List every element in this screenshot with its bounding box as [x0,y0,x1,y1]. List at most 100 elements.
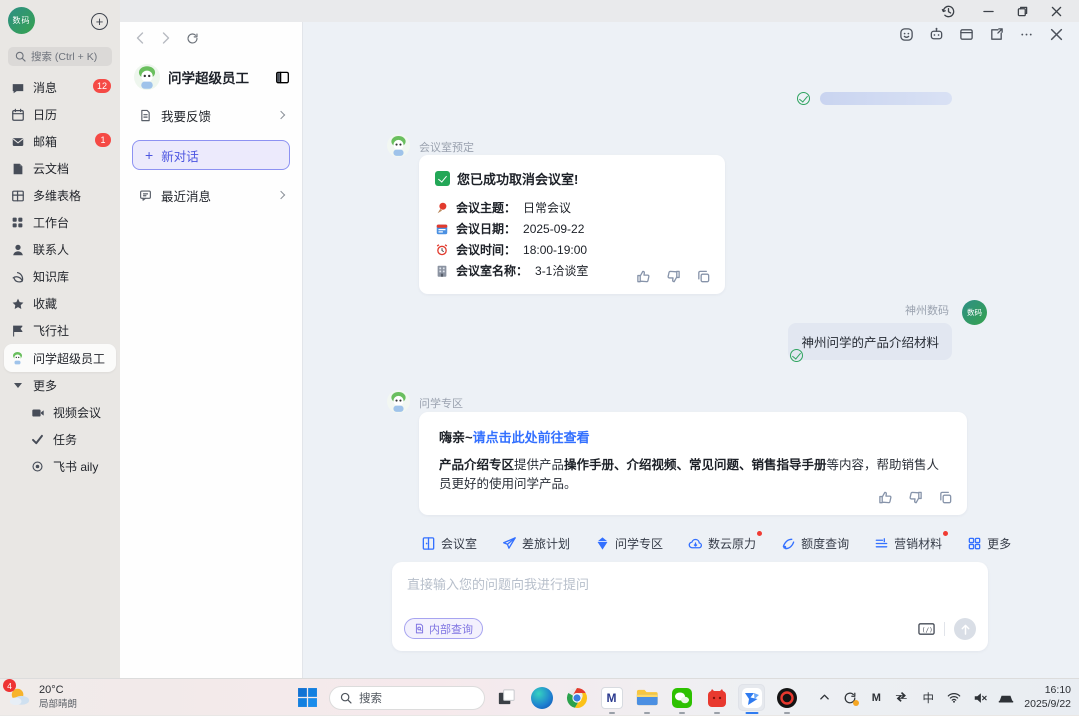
red-cat-app-icon[interactable] [703,684,730,711]
message-sender: 问学专区 [419,395,463,411]
search-input[interactable]: 搜索 (Ctrl + K) [8,47,112,66]
forward-icon[interactable] [158,30,174,46]
sidebar-item-workplace[interactable]: 工作台 [0,209,120,236]
taskbar-search[interactable]: 搜索 [329,686,485,710]
card-title: 您已成功取消会议室! [457,169,578,188]
banner-window-icon[interactable] [957,25,975,43]
tray-m-icon[interactable]: M [868,690,884,706]
feishu-app-icon[interactable] [738,684,765,711]
sidebar-item-calendar[interactable]: 日历 [0,101,120,128]
search-icon [15,51,26,62]
copy-icon[interactable] [938,490,953,505]
edge-app-icon[interactable] [528,684,555,711]
thumbs-up-icon[interactable] [636,269,651,284]
taskbar-weather-widget[interactable]: 4 20°C 局部晴朗 [6,683,77,710]
check-icon [30,433,45,446]
panel-title: 问学超级员工 [168,67,267,87]
feedback-item[interactable]: 我要反馈 [130,98,292,132]
weather-temp: 20°C [39,684,77,696]
recent-messages-item[interactable]: 最近消息 [130,178,292,212]
close-window-button[interactable] [1039,0,1073,22]
tray-sync-icon[interactable] [842,690,858,706]
tray-wifi-icon[interactable] [946,690,962,706]
m-app-icon[interactable]: M [598,684,625,711]
caret-down-icon [10,383,25,388]
quick-shuyun-force[interactable]: 数云原力 [688,535,756,552]
sidebar-item-messages[interactable]: 消息 12 [0,74,120,101]
quick-more[interactable]: 更多 [967,535,1011,552]
window-titlebar [120,0,1079,22]
alarm-clock-icon [435,243,449,257]
quick-wenxue-zone[interactable]: 问学专区 [595,535,663,552]
sent-message-skeleton [797,92,952,105]
new-badge-dot [757,531,762,536]
sidebar-item-feishu-aily[interactable]: 飞书 aily [0,453,120,480]
star-icon [10,297,25,311]
chrome-app-icon[interactable] [563,684,590,711]
wechat-app-icon[interactable] [668,684,695,711]
tray-battery-icon[interactable] [998,690,1014,706]
add-icon[interactable]: + [91,13,108,30]
tray-date: 2025/9/22 [1024,698,1071,712]
sidebar-item-community[interactable]: 飞行社 [0,317,120,344]
copy-icon[interactable] [696,269,711,284]
weather-icon: 4 [6,683,33,710]
book-icon [10,270,25,284]
refresh-icon[interactable] [184,30,200,46]
grid-icon [10,216,25,229]
sidebar-item-contacts[interactable]: 联系人 [0,236,120,263]
sidebar-item-tasks[interactable]: 任务 [0,426,120,453]
popout-window-icon[interactable] [987,25,1005,43]
sidebar-item-video-meeting[interactable]: 视频会议 [0,399,120,426]
field-row: 会议时间： 18:00-19:00 [435,239,709,260]
quick-quota-query[interactable]: 额度查询 [781,535,849,552]
sidebar-item-more[interactable]: 更多 [0,372,120,399]
close-chat-icon[interactable] [1047,25,1065,43]
thumbs-up-icon[interactable] [878,490,893,505]
user-avatar[interactable]: 数码 [962,300,987,325]
tray-network-activity-icon[interactable] [894,690,910,706]
bot-avatar [387,134,410,157]
apps-grid-icon [967,536,982,551]
quick-meeting-room[interactable]: 会议室 [421,535,477,552]
recorder-app-icon[interactable] [773,684,800,711]
document-icon [10,162,25,176]
sidebar-item-docs[interactable]: 云文档 [0,155,120,182]
maximize-button[interactable] [1005,0,1039,22]
internal-query-pill[interactable]: 内部查询 [404,618,483,639]
history-icon[interactable] [933,0,963,22]
cloud-icon [688,536,703,551]
paper-plane-icon [502,536,517,551]
tray-ime-indicator[interactable]: 中 [920,690,936,706]
tray-chevron-up-icon[interactable] [816,690,832,706]
tray-clock[interactable]: 16:10 2025/9/22 [1024,684,1075,711]
quick-marketing-materials[interactable]: 营销材料 [874,535,942,552]
sidebar-item-base[interactable]: 多维表格 [0,182,120,209]
task-view-button[interactable] [493,684,520,711]
user-avatar[interactable]: 数码 [8,7,35,34]
list-icon [874,536,889,551]
start-button[interactable] [294,684,321,711]
sticker-icon[interactable] [897,25,915,43]
search-icon [340,692,352,704]
sidebar-item-wiki[interactable]: 知识库 [0,263,120,290]
send-button[interactable] [954,618,976,640]
collapse-panel-icon[interactable] [275,70,290,85]
sidebar-item-wenxue-agent[interactable]: 问学超级员工 [4,344,116,372]
thumbs-down-icon[interactable] [666,269,681,284]
tray-volume-muted-icon[interactable] [972,690,988,706]
minimize-button[interactable] [971,0,1005,22]
more-options-icon[interactable] [1017,25,1035,43]
go-view-link[interactable]: 请点击此处前往查看 [473,430,590,445]
new-chat-button[interactable]: + 新对话 [132,140,290,170]
sidebar-item-mail[interactable]: 邮箱 1 [0,128,120,155]
back-icon[interactable] [132,30,148,46]
thumbs-down-icon[interactable] [908,490,923,505]
bot-profile-icon[interactable] [927,25,945,43]
keyboard-icon[interactable]: (/) [918,622,935,636]
quick-travel-plan[interactable]: 差旅计划 [502,535,570,552]
sidebar-item-favorites[interactable]: 收藏 [0,290,120,317]
calendar-icon [10,108,25,122]
message-input[interactable]: 直接输入您的问题向我进行提问 内部查询 (/) [392,562,988,651]
file-explorer-icon[interactable] [633,684,660,711]
